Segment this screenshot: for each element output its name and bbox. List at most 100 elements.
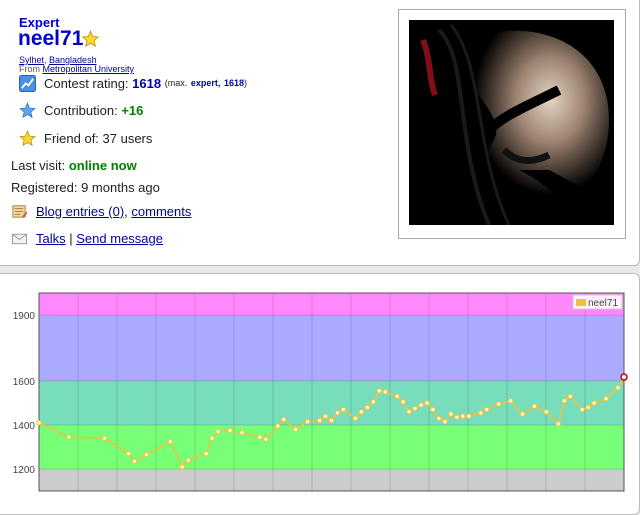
link-separator: | — [69, 230, 73, 246]
y-tick-label: 1600 — [13, 377, 36, 388]
data-point — [263, 436, 269, 443]
y-tick-label: 1400 — [13, 421, 36, 432]
rating-band-4 — [39, 293, 624, 315]
y-tick-label: 1900 — [13, 311, 36, 322]
data-point — [436, 415, 442, 422]
blog-row: Blog entries (0), comments — [11, 201, 191, 221]
y-tick-label: 1200 — [13, 465, 36, 476]
data-point — [370, 399, 376, 405]
rating-band-1 — [39, 425, 624, 469]
blog-entries-link[interactable]: Blog entries (0) — [36, 204, 124, 219]
data-point — [466, 413, 472, 419]
data-point — [304, 419, 311, 425]
rating-chart-icon — [19, 74, 36, 92]
rating-band-0 — [39, 469, 624, 491]
data-point — [543, 409, 550, 415]
data-point — [209, 435, 215, 441]
star-icon — [81, 30, 100, 48]
user-handle: neel71 — [18, 27, 84, 50]
rating-band-3 — [39, 315, 624, 381]
legend: neel71 — [572, 294, 623, 310]
data-point — [495, 401, 502, 407]
talks-link[interactable]: Talks — [36, 231, 66, 246]
max-rating: 1618 — [223, 78, 245, 88]
contest-rating-row: Contest rating: 1618 (max. expert, 1618) — [19, 73, 247, 93]
data-point — [460, 413, 466, 419]
data-point — [352, 415, 359, 422]
data-point — [167, 438, 174, 445]
registered-text: Registered: 9 months ago — [11, 179, 160, 195]
contribution-label: Contribution: — [44, 102, 118, 118]
data-point — [66, 434, 72, 440]
data-point — [227, 427, 233, 434]
data-point — [185, 457, 191, 463]
legend-swatch — [576, 299, 586, 306]
data-point — [316, 417, 323, 424]
data-point — [275, 423, 281, 429]
max-prefix: (max. — [164, 78, 188, 88]
data-point — [478, 410, 484, 416]
data-point — [334, 410, 341, 416]
messages-row: Talks | Send message — [11, 228, 163, 248]
contest-rating-value: 1618 — [132, 75, 162, 91]
data-point — [203, 450, 209, 457]
data-point — [454, 414, 460, 421]
last-visit-row: Last visit: online now — [11, 155, 137, 175]
blog-icon — [12, 204, 28, 218]
send-message-link[interactable]: Send message — [76, 231, 163, 246]
data-point — [567, 393, 573, 400]
data-point — [340, 406, 347, 413]
data-point — [531, 403, 538, 410]
blog-comma: , — [124, 203, 132, 219]
data-point — [424, 400, 430, 406]
contest-rating-label: Contest rating: — [44, 75, 129, 91]
rating-chart: 1900 1600 1400 1200 neel71 — [13, 292, 628, 492]
data-point — [131, 458, 138, 465]
data-point — [364, 404, 371, 411]
data-point — [322, 413, 329, 419]
data-point — [448, 411, 454, 417]
data-point — [442, 419, 448, 425]
data-point — [382, 389, 388, 395]
contribution-row: Contribution: +16 — [19, 100, 143, 120]
data-point — [430, 406, 436, 413]
data-point — [519, 411, 526, 417]
data-point — [561, 398, 568, 404]
last-visit-label: Last visit: — [11, 157, 66, 173]
data-point — [507, 398, 514, 404]
data-point — [101, 435, 108, 441]
friend-of-text: Friend of: 37 users — [44, 130, 153, 146]
legend-label: neel71 — [588, 298, 618, 309]
data-point — [292, 426, 299, 433]
friend-row: Friend of: 37 users — [19, 128, 152, 148]
contribution-value: +16 — [121, 102, 144, 118]
data-point — [585, 404, 591, 411]
data-point — [376, 388, 382, 394]
comments-link[interactable]: comments — [131, 204, 191, 219]
avatar-image — [409, 20, 614, 225]
max-suffix: ) — [244, 78, 248, 88]
data-point — [257, 434, 263, 440]
data-point — [484, 406, 490, 413]
data-point — [239, 430, 245, 436]
data-point — [400, 399, 406, 405]
data-point — [579, 406, 585, 413]
avatar — [409, 20, 614, 225]
data-point — [179, 464, 185, 470]
data-point — [406, 409, 412, 415]
data-point — [328, 417, 335, 424]
data-point — [418, 402, 424, 408]
data-point — [358, 409, 365, 415]
max-rank: expert, — [190, 78, 221, 88]
last-visit-value: online now — [68, 157, 137, 173]
data-point — [555, 421, 562, 427]
envelope-icon — [11, 233, 28, 244]
contribution-star-icon — [19, 101, 36, 118]
avatar-frame — [398, 9, 626, 239]
data-point — [412, 405, 418, 412]
data-point — [215, 428, 221, 435]
data-point — [603, 395, 609, 402]
data-point — [394, 393, 400, 400]
data-point — [281, 416, 287, 423]
data-point — [125, 450, 132, 457]
